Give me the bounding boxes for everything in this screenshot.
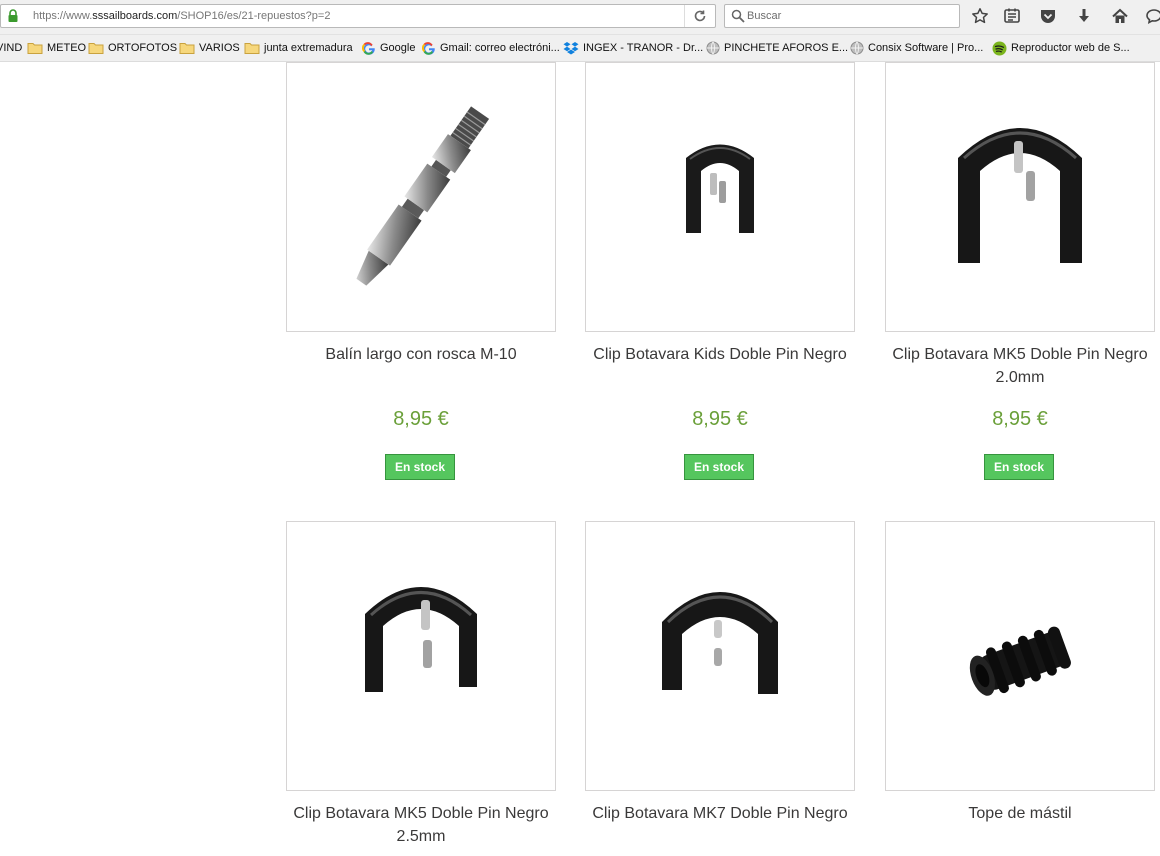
google-icon <box>362 42 375 55</box>
stock-badge: En stock <box>984 454 1054 480</box>
bookmark-consix[interactable]: Consix Software | Pro... <box>850 40 983 56</box>
product-image[interactable] <box>885 521 1155 791</box>
reload-icon[interactable] <box>684 5 715 27</box>
product-name[interactable]: Clip Botavara MK5 Doble Pin Negro 2.5mm <box>286 802 556 848</box>
url-text: https://www.sssailboards.com/SHOP16/es/2… <box>33 10 331 22</box>
stock-badge: En stock <box>385 454 455 480</box>
clip-large-image <box>365 587 477 692</box>
spotify-icon <box>992 41 1007 55</box>
bookmark-ortofotos[interactable]: ORTOFOTOS <box>88 40 177 56</box>
product-name[interactable]: Balín largo con rosca M-10 <box>286 343 556 366</box>
product-name[interactable]: Clip Botavara Kids Doble Pin Negro <box>585 343 855 366</box>
bookmarks-bar: VIND METEO ORTOFOTOS VARIOS junta extrem… <box>0 35 1160 62</box>
bookmark-star-icon[interactable] <box>968 5 992 27</box>
folder-icon <box>27 43 43 54</box>
clip-large-image <box>958 128 1082 263</box>
pocket-icon[interactable] <box>1036 5 1060 27</box>
clip-small-image <box>686 144 754 233</box>
globe-icon <box>850 41 864 55</box>
screw-pin-image <box>356 106 490 286</box>
product-price: 8,95 € <box>692 408 748 430</box>
mast-stopper-image <box>969 626 1071 696</box>
dropbox-icon <box>563 42 579 55</box>
google-icon <box>422 42 435 55</box>
address-bar[interactable]: https://www.sssailboards.com/SHOP16/es/2… <box>0 4 716 28</box>
bookmark-ingex[interactable]: INGEX - TRANOR - Dr... <box>563 40 703 56</box>
product-image[interactable] <box>885 62 1155 332</box>
bookmark-gmail[interactable]: Gmail: correo electróni... <box>422 40 560 56</box>
product-name[interactable]: Tope de mástil <box>885 802 1155 825</box>
browser-toolbar: https://www.sssailboards.com/SHOP16/es/2… <box>0 0 1160 35</box>
lock-icon <box>7 9 19 23</box>
bookmark-vind[interactable]: VIND <box>0 40 22 56</box>
bookmark-pinchete[interactable]: PINCHETE AFOROS E... <box>706 40 848 56</box>
stock-badge: En stock <box>684 454 754 480</box>
product-name[interactable]: Clip Botavara MK7 Doble Pin Negro <box>585 802 855 825</box>
bookmark-spotify[interactable]: Reproductor web de S... <box>992 40 1130 56</box>
bookmark-junta-extremadura[interactable]: junta extremadura <box>244 40 353 56</box>
search-icon <box>731 9 745 28</box>
globe-icon <box>706 41 720 55</box>
product-name[interactable]: Clip Botavara MK5 Doble Pin Negro 2.0mm <box>885 343 1155 389</box>
folder-icon <box>179 43 195 54</box>
product-image[interactable] <box>286 521 556 791</box>
folder-icon <box>244 43 260 54</box>
reading-list-icon[interactable] <box>1000 5 1024 27</box>
search-input[interactable] <box>747 7 947 25</box>
product-price: 8,95 € <box>992 408 1048 430</box>
product-image[interactable] <box>286 62 556 332</box>
bookmark-varios[interactable]: VARIOS <box>179 40 240 56</box>
bookmark-meteo[interactable]: METEO <box>27 40 86 56</box>
chat-icon[interactable] <box>1142 5 1160 27</box>
clip-large-image <box>662 592 778 694</box>
bookmark-google[interactable]: Google <box>362 40 415 56</box>
search-bar[interactable] <box>724 4 960 28</box>
product-image[interactable] <box>585 521 855 791</box>
download-icon[interactable] <box>1072 5 1096 27</box>
folder-icon <box>88 43 104 54</box>
product-image[interactable] <box>585 62 855 332</box>
home-icon[interactable] <box>1108 5 1132 27</box>
product-price: 8,95 € <box>393 408 449 430</box>
